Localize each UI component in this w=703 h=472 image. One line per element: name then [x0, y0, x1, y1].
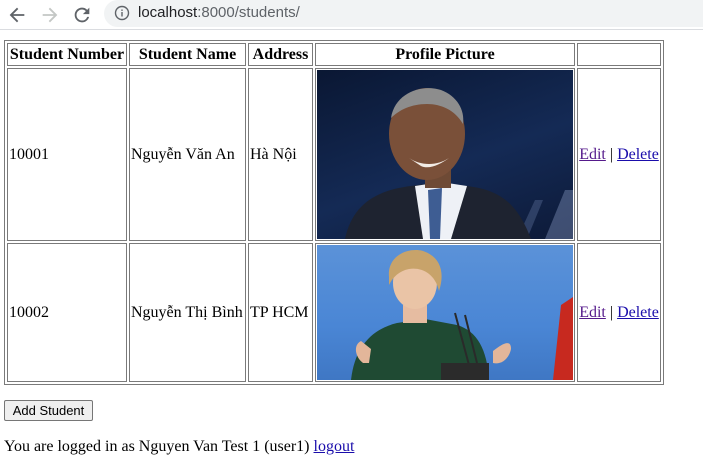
- student-number-cell: 10002: [7, 243, 127, 382]
- table-row: 10002 Nguyễn Thị Bình TP HCM Edit | Dele…: [7, 243, 661, 382]
- profile-picture-cell: [315, 68, 575, 241]
- edit-link[interactable]: Edit: [579, 304, 606, 321]
- delete-link[interactable]: Delete: [617, 304, 659, 321]
- back-arrow-icon[interactable]: [6, 4, 28, 26]
- header-address: Address: [248, 43, 313, 66]
- student-name-cell: Nguyễn Thị Bình: [129, 243, 246, 382]
- delete-link[interactable]: Delete: [617, 146, 659, 163]
- header-row: Student Number Student Name Address Prof…: [7, 43, 661, 66]
- action-separator: |: [609, 303, 614, 321]
- url-text: localhost:8000/students/: [138, 4, 300, 21]
- logged-in-text: You are logged in as Nguyen Van Test 1 (…: [4, 438, 310, 455]
- site-info-icon[interactable]: [114, 5, 130, 21]
- student-number-cell: 10001: [7, 68, 127, 241]
- browser-toolbar: localhost:8000/students/: [0, 0, 703, 30]
- header-student-number: Student Number: [7, 43, 127, 66]
- address-cell: Hà Nội: [248, 68, 313, 241]
- actions-cell: Edit | Delete: [577, 243, 661, 382]
- student-name-cell: Nguyễn Văn An: [129, 68, 246, 241]
- table-row: 10001 Nguyễn Văn An Hà Nội Edit | Delete: [7, 68, 661, 241]
- actions-cell: Edit | Delete: [577, 68, 661, 241]
- reload-icon[interactable]: [71, 4, 93, 26]
- header-student-name: Student Name: [129, 43, 246, 66]
- profile-picture: [317, 245, 573, 380]
- action-separator: |: [609, 145, 614, 163]
- address-cell: TP HCM: [248, 243, 313, 382]
- address-bar[interactable]: localhost:8000/students/: [104, 0, 703, 27]
- forward-arrow-icon[interactable]: [39, 4, 61, 26]
- edit-link[interactable]: Edit: [579, 146, 606, 163]
- profile-picture-cell: [315, 243, 575, 382]
- logout-link[interactable]: logout: [314, 438, 355, 455]
- url-host: localhost: [138, 4, 198, 21]
- header-profile-picture: Profile Picture: [315, 43, 575, 66]
- students-table: Student Number Student Name Address Prof…: [4, 40, 664, 385]
- profile-picture: [317, 70, 573, 239]
- url-path: :8000/students/: [197, 4, 300, 21]
- header-actions: [577, 43, 661, 66]
- login-status: You are logged in as Nguyen Van Test 1 (…: [4, 438, 354, 456]
- add-student-button[interactable]: Add Student: [4, 400, 93, 421]
